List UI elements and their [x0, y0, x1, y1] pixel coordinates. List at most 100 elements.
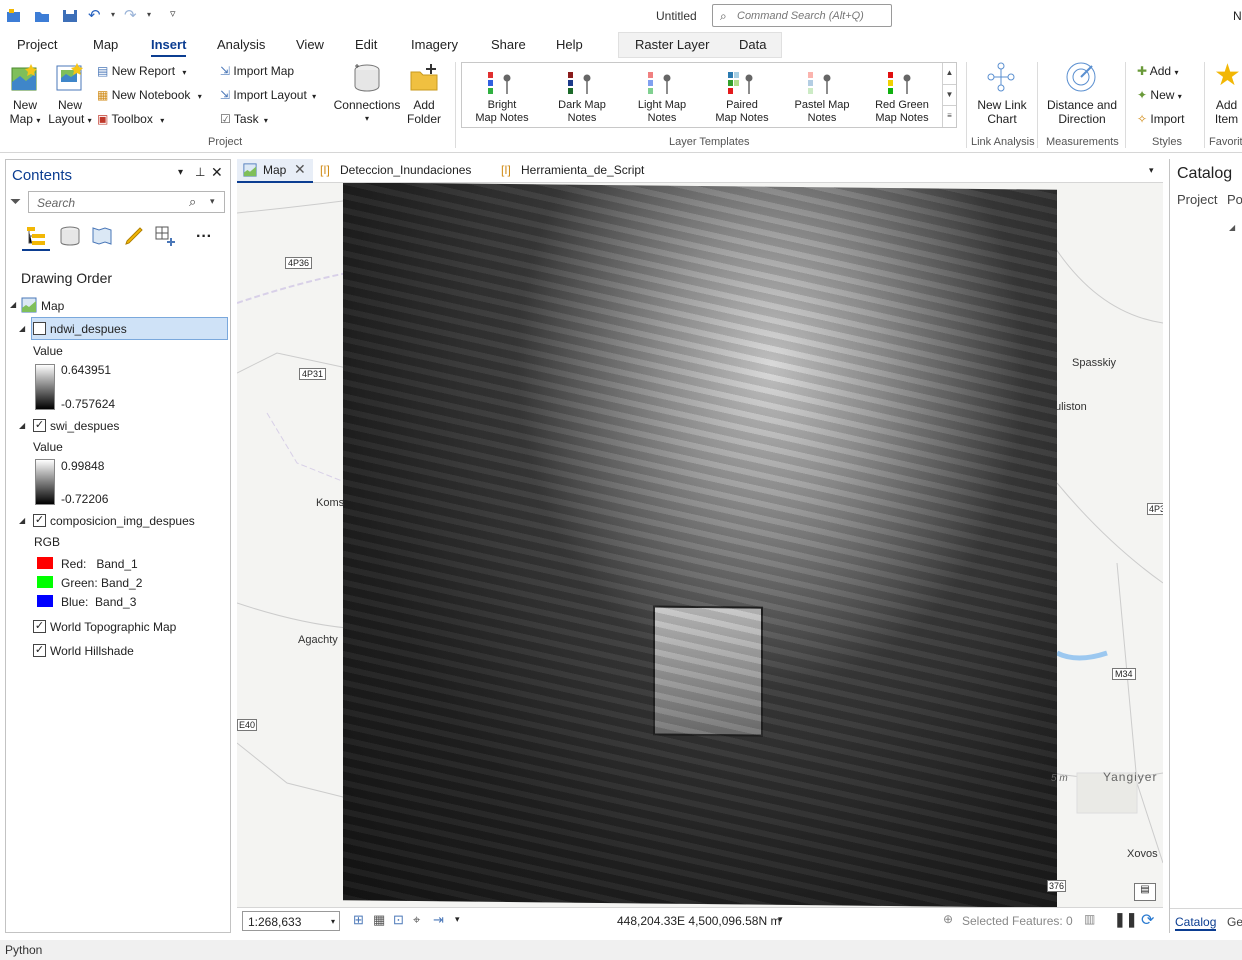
import-layout-button[interactable]: ⇲ Import Layout ▾ — [220, 88, 316, 104]
save-project-icon[interactable] — [61, 7, 79, 25]
collapse-icon[interactable]: ◢ — [1229, 223, 1235, 232]
add-layer-icon[interactable]: ⊞ — [353, 912, 364, 928]
scale-combo[interactable]: 1:268,633 ▾ — [242, 911, 340, 931]
template-light[interactable]: Light Map Notes — [622, 63, 702, 127]
map-view[interactable]: 4P36 4P31 E40 4P3 M34 376 Spasskiy ulist… — [237, 183, 1163, 907]
tab-analysis[interactable]: Analysis — [217, 37, 265, 52]
distance-direction-button[interactable]: Distance and Direction — [1042, 98, 1122, 126]
catalog-tab-portal[interactable]: Po — [1227, 192, 1242, 207]
close-icon[interactable]: ✕ — [211, 164, 223, 181]
pin-icon[interactable]: ⊥ — [195, 165, 205, 179]
import-map-button[interactable]: ⇲ Import Map — [220, 64, 294, 78]
layer-name-composition[interactable]: composicion_img_despues — [50, 514, 195, 528]
open-project-icon[interactable] — [33, 7, 51, 25]
map-overview-icon[interactable]: ▤ — [1134, 883, 1156, 901]
tab-data[interactable]: Data — [739, 37, 766, 52]
layer-visibility-checkbox[interactable]: ✓ — [33, 644, 46, 657]
undo-dropdown-icon[interactable]: ▾ — [111, 10, 115, 19]
new-map-button[interactable]: New Map ▾ — [6, 98, 44, 128]
gallery-scroll-up[interactable]: ▲ — [942, 63, 956, 84]
tab-deteccion[interactable]: Deteccion_Inundaciones — [340, 163, 471, 177]
list-by-selection-icon[interactable] — [90, 224, 114, 248]
redo-icon[interactable]: ↷ — [124, 6, 137, 24]
new-link-chart-button[interactable]: New Link Chart — [970, 98, 1034, 126]
connections-button[interactable]: Connections ▾ — [333, 98, 401, 126]
more-options-icon[interactable]: ··· — [196, 228, 212, 246]
gallery-expand[interactable]: ≡ — [942, 105, 956, 127]
list-by-snapping-icon[interactable] — [153, 224, 177, 248]
task-button[interactable]: ☑ Task ▾ — [220, 112, 268, 128]
new-map-label: New — [12, 98, 37, 112]
template-bright[interactable]: Bright Map Notes — [462, 63, 542, 127]
styles-import-label: Import — [1150, 112, 1185, 126]
pause-icon[interactable]: ❚❚ — [1114, 911, 1137, 928]
list-by-drawing-order-icon[interactable] — [24, 224, 48, 248]
tab-view[interactable]: View — [296, 37, 324, 52]
layer-visibility-checkbox[interactable]: ✓ — [33, 419, 46, 432]
collapse-icon[interactable]: ◢ — [10, 300, 16, 309]
catalog-tab-project[interactable]: Project — [1177, 192, 1217, 207]
tab-project[interactable]: Project — [17, 37, 57, 52]
chevron-down-icon[interactable]: ▾ — [778, 914, 783, 925]
selected-features-label[interactable]: Selected Features: 0 — [962, 914, 1073, 928]
redo-dropdown-icon[interactable]: ▾ — [147, 10, 151, 19]
tab-map[interactable]: Map — [93, 37, 118, 52]
filter-icon[interactable]: ⏷ — [10, 193, 21, 210]
new-layout-button[interactable]: New Layout ▾ — [45, 98, 95, 128]
contents-search-input[interactable]: Search ⌕ ▾ — [28, 191, 225, 213]
gallery-scroll-down[interactable]: ▼ — [942, 84, 956, 105]
toolbox-button[interactable]: ▣ Toolbox ▾ — [97, 112, 164, 128]
template-dark[interactable]: Dark Map Notes — [542, 63, 622, 127]
tab-insert[interactable]: Insert — [151, 37, 187, 57]
user-initial[interactable]: N — [1233, 9, 1242, 23]
map-node-label[interactable]: Map — [41, 299, 64, 313]
layer-visibility-checkbox[interactable]: ✓ — [33, 620, 46, 633]
add-folder-button[interactable]: Add Folder — [402, 98, 446, 126]
tab-herramienta[interactable]: Herramienta_de_Script — [521, 163, 644, 177]
layer-name-swi[interactable]: swi_despues — [50, 419, 119, 433]
tabs-overflow-icon[interactable]: ▾ — [1149, 165, 1154, 176]
add-item-button[interactable]: Add Item — [1211, 98, 1242, 126]
pane-menu-icon[interactable]: ▾ — [178, 167, 183, 178]
python-window-tab[interactable]: Python — [5, 943, 42, 957]
tab-share[interactable]: Share — [491, 37, 526, 52]
table-icon[interactable]: ▥ — [1084, 912, 1095, 926]
command-search-input[interactable]: ⌕ Command Search (Alt+Q) — [712, 4, 892, 27]
tab-help[interactable]: Help — [556, 37, 583, 52]
layer-name-ndwi[interactable]: ndwi_despues — [50, 322, 127, 336]
tab-raster-layer[interactable]: Raster Layer — [635, 37, 709, 52]
north-arrow-icon[interactable]: ⇥ — [433, 912, 444, 928]
new-notebook-button[interactable]: ▦ New Notebook ▾ — [97, 88, 202, 104]
collapse-icon[interactable]: ◢ — [19, 324, 25, 333]
collapse-icon[interactable]: ◢ — [19, 421, 25, 430]
styles-import-button[interactable]: ✧ Import — [1137, 112, 1184, 126]
template-paired[interactable]: Paired Map Notes — [702, 63, 782, 127]
new-report-button[interactable]: ▤ New Report ▾ — [97, 64, 186, 80]
undo-icon[interactable]: ↶ — [88, 6, 101, 24]
template-pastel[interactable]: Pastel Map Notes — [782, 63, 862, 127]
new-project-icon[interactable] — [5, 7, 23, 25]
catalog-bottom-tab[interactable]: Catalog — [1175, 915, 1217, 931]
layer-visibility-checkbox[interactable]: ✓ — [33, 514, 46, 527]
layer-visibility-checkbox[interactable] — [33, 322, 46, 335]
layer-name-hillshade[interactable]: World Hillshade — [50, 644, 134, 658]
navigator-icon[interactable]: ⊡ — [393, 912, 404, 928]
styles-new-button[interactable]: ✦ New ▾ — [1137, 88, 1182, 104]
list-by-editing-icon[interactable] — [122, 224, 146, 248]
layer-name-topographic[interactable]: World Topographic Map — [50, 620, 176, 634]
refresh-icon[interactable]: ⟳ — [1141, 910, 1154, 930]
tab-imagery[interactable]: Imagery — [411, 37, 458, 52]
tab-map-view[interactable]: Map ✕ — [237, 159, 313, 183]
chevron-down-icon[interactable]: ▾ — [210, 196, 215, 207]
list-by-source-icon[interactable] — [58, 224, 82, 248]
geoprocessing-bottom-tab[interactable]: Ge — [1227, 915, 1242, 929]
customize-qat-icon[interactable]: ▿ — [170, 7, 176, 20]
collapse-icon[interactable]: ◢ — [19, 516, 25, 525]
close-icon[interactable]: ✕ — [294, 161, 306, 178]
styles-add-button[interactable]: ✚ Add ▾ — [1137, 64, 1178, 80]
tab-edit[interactable]: Edit — [355, 37, 377, 52]
grid-icon[interactable]: ▦ — [373, 912, 385, 928]
template-red-green[interactable]: Red Green Map Notes — [862, 63, 942, 127]
chevron-down-icon[interactable]: ▾ — [455, 914, 460, 925]
snapping-icon[interactable]: ⌖ — [413, 912, 420, 928]
